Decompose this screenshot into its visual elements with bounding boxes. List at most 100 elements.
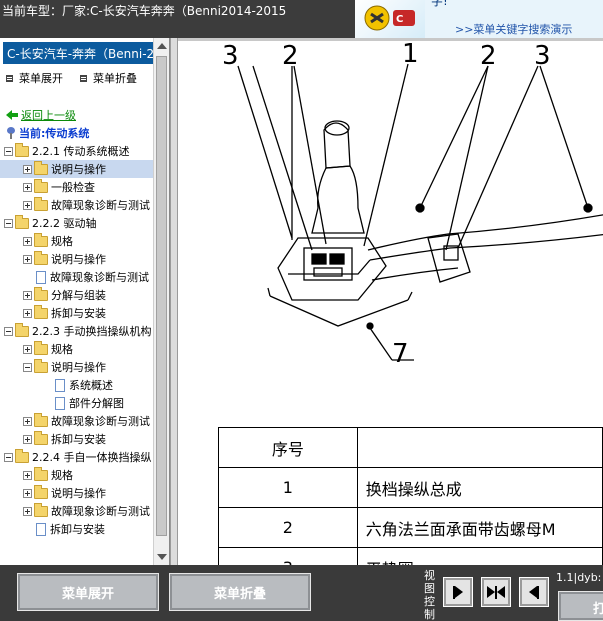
tree-item[interactable]: 故障现象诊断与测试 [0, 268, 153, 286]
bar-icon [537, 585, 539, 599]
expand-node-icon[interactable] [23, 200, 32, 210]
tree-item-label: 说明与操作 [51, 163, 106, 176]
tree-item[interactable]: 规格 [0, 340, 153, 358]
tree-item-label: 故障现象诊断与测试 [51, 415, 150, 428]
menu-collapse-button[interactable]: 菜单折叠 [169, 573, 311, 611]
folder-icon [34, 502, 48, 517]
tree-item[interactable]: 2.2.1 传动系统概述 [0, 142, 153, 160]
collapse-node-icon[interactable] [4, 146, 13, 156]
collapse-icon [80, 74, 87, 82]
folder-icon [34, 160, 48, 175]
folder-icon [34, 484, 48, 499]
menu-expand-mini[interactable]: 菜单展开 [6, 70, 63, 86]
expand-node-icon[interactable] [23, 236, 32, 246]
menu-collapse-mini[interactable]: 菜单折叠 [80, 70, 137, 86]
table-header-row: 序号 [218, 427, 603, 468]
tree-item[interactable]: 2.2.3 手动换挡操纵机构 [0, 322, 153, 340]
scroll-down-icon[interactable] [157, 554, 167, 560]
collapse-node-icon[interactable] [4, 326, 13, 336]
navigation-panel: C-长安汽车-奔奔（Benni-20 菜单展开 菜单折叠 返回上一级 当前:传动… [0, 38, 170, 565]
tree-item[interactable]: 拆卸与安装 [0, 304, 153, 322]
expand-node-icon[interactable] [23, 308, 32, 318]
tree-item[interactable]: 说明与操作 [0, 484, 153, 502]
part-number-cell: 2 [218, 507, 358, 548]
tree-item[interactable]: 2.2.2 驱动轴 [0, 214, 153, 232]
tree-item[interactable]: 拆卸与安装 [0, 520, 153, 538]
print-button[interactable]: 打 [558, 591, 603, 621]
tree-item-label: 故障现象诊断与测试 [51, 199, 150, 212]
folder-icon [34, 340, 48, 355]
scroll-up-icon[interactable] [157, 43, 167, 49]
tree-item-label: 规格 [51, 235, 73, 248]
scroll-thumb[interactable] [156, 56, 167, 536]
part-name-cell [356, 427, 603, 468]
expand-node-icon[interactable] [23, 416, 32, 426]
tree-item-label: 拆卸与安装 [50, 523, 105, 536]
expand-node-icon[interactable] [23, 434, 32, 444]
document-icon [36, 522, 46, 536]
folder-icon [34, 304, 48, 319]
expand-node-icon[interactable] [23, 506, 32, 516]
menu-expand-button[interactable]: 菜单展开 [17, 573, 159, 611]
bottom-toolbar: 菜单展开 菜单折叠 视图控制 1.1|dyb: 打 [0, 565, 603, 621]
tree-item[interactable]: 说明与操作 [0, 358, 153, 376]
collapse-node-icon[interactable] [4, 452, 13, 462]
back-link[interactable]: 返回上一级 [6, 106, 76, 124]
expand-node-icon[interactable] [23, 470, 32, 480]
menu-collapse-mini-label: 菜单折叠 [93, 72, 137, 85]
expand-node-icon[interactable] [23, 182, 32, 192]
folder-icon [34, 232, 48, 247]
collapse-node-icon[interactable] [4, 218, 13, 228]
table-row: 1 换档操纵总成 [218, 467, 603, 508]
tree-item-label: 系统概述 [69, 379, 113, 392]
folder-icon [15, 142, 29, 157]
tree-item[interactable]: 故障现象诊断与测试 [0, 502, 153, 520]
expand-node-icon[interactable] [23, 290, 32, 300]
expand-node-icon[interactable] [23, 344, 32, 354]
callout-2-left: 2 [282, 41, 299, 71]
folder-icon [34, 412, 48, 427]
tree-item-label: 2.2.3 手动换挡操纵机构 [32, 325, 152, 338]
tree-item[interactable]: 故障现象诊断与测试 [0, 196, 153, 214]
tree-item[interactable]: 分解与组装 [0, 286, 153, 304]
expand-node-icon[interactable] [23, 254, 32, 264]
tree-item[interactable]: 说明与操作 [0, 160, 153, 178]
tree-item[interactable]: 部件分解图 [0, 394, 153, 412]
tree-item-label: 一般检查 [51, 181, 95, 194]
folder-icon [15, 214, 29, 229]
tree-item[interactable]: 2.2.4 手自一体换挡操纵 [0, 448, 153, 466]
tree-item[interactable]: 说明与操作 [0, 250, 153, 268]
panel-splitter[interactable] [170, 38, 178, 565]
next-page-button[interactable] [443, 577, 473, 607]
menu-expand-mini-label: 菜单展开 [19, 72, 63, 85]
callout-1: 1 [402, 39, 419, 69]
folder-icon [34, 286, 48, 301]
model-breadcrumb: C-长安汽车-奔奔（Benni-20 [3, 42, 153, 64]
callout-2-right: 2 [480, 41, 497, 71]
vehicle-title: 当前车型：厂家:C-长安汽车奔奔（Benni2014-2015 [2, 4, 287, 18]
search-demo-banner[interactable]: C 字! >>菜单关键字搜索演示 [355, 0, 603, 38]
tree-item-label: 拆卸与安装 [51, 307, 106, 320]
collapse-node-icon[interactable] [23, 362, 32, 372]
tree-item[interactable]: 规格 [0, 466, 153, 484]
expand-left-icon [497, 586, 505, 598]
tree-scrollbar[interactable] [153, 38, 169, 565]
tree-item[interactable]: 一般检查 [0, 178, 153, 196]
play-right-icon [455, 586, 463, 598]
document-view: 3 2 1 2 3 7 序号1换档操纵总成2六角法兰面承面带齿螺母M3平垫圈 [178, 38, 603, 565]
back-arrow-icon [6, 110, 18, 120]
view-control-label: 视图控制 [424, 569, 435, 621]
fit-view-button[interactable] [481, 577, 511, 607]
expand-node-icon[interactable] [23, 164, 32, 174]
back-link-label: 返回上一级 [21, 109, 76, 122]
tree-item[interactable]: 系统概述 [0, 376, 153, 394]
tree-item[interactable]: 规格 [0, 232, 153, 250]
tree-item[interactable]: 故障现象诊断与测试 [0, 412, 153, 430]
prev-page-button[interactable] [519, 577, 549, 607]
expand-node-icon[interactable] [23, 488, 32, 498]
wrench-logo-icon: C [364, 5, 415, 31]
search-demo-link[interactable]: >>菜单关键字搜索演示 [455, 21, 572, 37]
tree-item-label: 规格 [51, 343, 73, 356]
tree-item[interactable]: 拆卸与安装 [0, 430, 153, 448]
play-left-icon [529, 586, 537, 598]
